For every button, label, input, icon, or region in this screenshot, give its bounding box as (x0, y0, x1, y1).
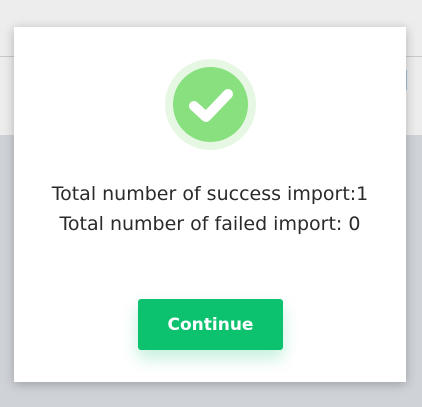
failed-count-text: Total number of failed import: 0 (59, 213, 361, 235)
checkmark-icon (189, 89, 233, 122)
continue-button[interactable]: Continue (138, 299, 283, 350)
success-icon-halo (165, 59, 256, 150)
import-result-dialog: Total number of success import:1 Total n… (14, 27, 406, 382)
success-count-text: Total number of success import:1 (51, 183, 369, 205)
check-circle-icon (173, 67, 248, 142)
